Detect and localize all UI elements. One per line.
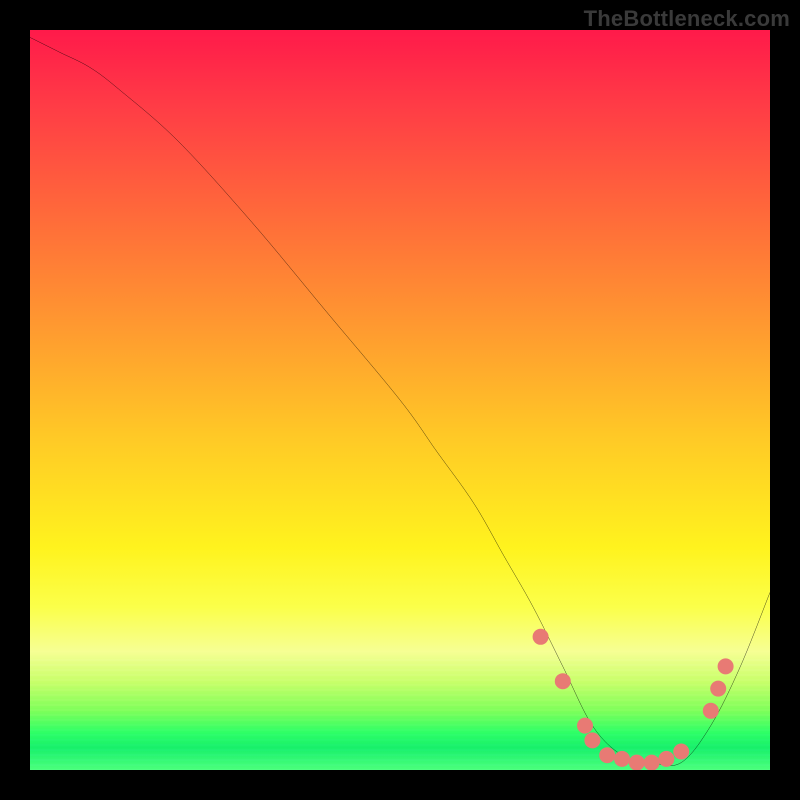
plot-area [30, 30, 770, 770]
watermark-text: TheBottleneck.com [584, 6, 790, 32]
background-gradient [30, 30, 770, 770]
chart-frame: TheBottleneck.com [0, 0, 800, 800]
